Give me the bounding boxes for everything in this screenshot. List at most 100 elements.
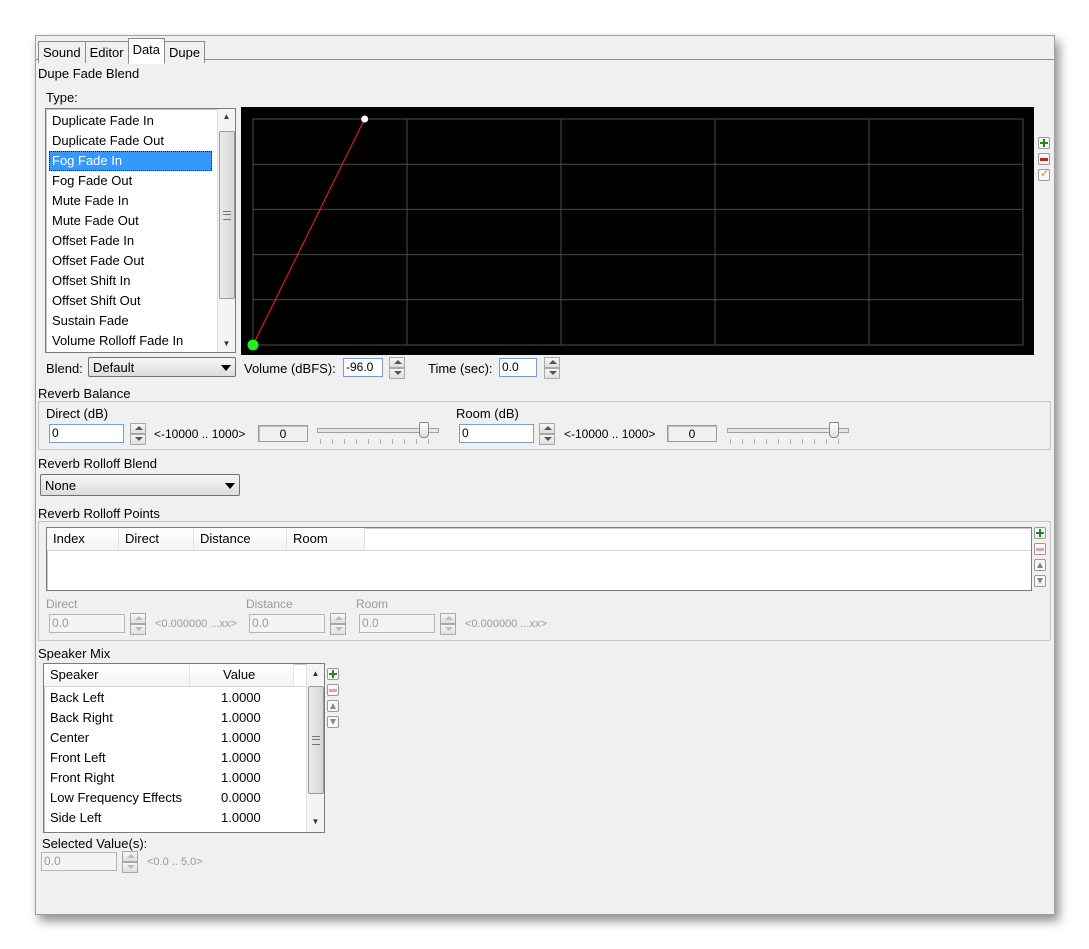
rolloff-distance-label: Distance bbox=[246, 597, 293, 611]
rolloff-direct-label: Direct bbox=[46, 597, 78, 611]
speaker-row[interactable]: Back Left 1.0000 bbox=[44, 688, 306, 708]
room-db-input[interactable]: 0 bbox=[459, 424, 534, 443]
curve-point-end[interactable] bbox=[361, 115, 369, 123]
selected-value-input[interactable]: 0.0 bbox=[41, 852, 117, 871]
type-list-item[interactable]: Fog Fade Out bbox=[49, 171, 212, 191]
speaker-row[interactable]: Side Left 1.0000 bbox=[44, 808, 306, 828]
type-list-item[interactable]: Offset Shift In bbox=[49, 271, 212, 291]
type-list-item[interactable]: Offset Fade Out bbox=[49, 251, 212, 271]
type-list-item[interactable]: Volume Rolloff Fade In bbox=[49, 331, 212, 351]
room-db-slider[interactable] bbox=[727, 422, 849, 444]
direct-slider-ticks bbox=[320, 439, 436, 444]
add-point-icon[interactable] bbox=[1038, 137, 1050, 149]
type-list-item[interactable]: Mute Fade Out bbox=[49, 211, 212, 231]
blend-value: Default bbox=[93, 360, 135, 375]
type-listbox[interactable]: Duplicate Fade In Duplicate Fade Out Fog F… bbox=[45, 108, 236, 353]
move-down-icon[interactable] bbox=[327, 716, 339, 728]
time-spinner[interactable] bbox=[544, 357, 560, 379]
room-db-spinner[interactable] bbox=[539, 423, 555, 445]
time-input[interactable]: 0.0 bbox=[499, 358, 537, 377]
rolloff-points-table[interactable]: Index Direct Distance Room bbox=[46, 527, 1032, 591]
room-db-label: Room (dB) bbox=[456, 406, 519, 421]
remove-rolloff-point-icon[interactable] bbox=[1034, 543, 1046, 555]
data-panel-window: Sound Editor Data Dupe Dupe Fade Blend T… bbox=[35, 35, 1055, 915]
direct-db-slider[interactable] bbox=[317, 422, 439, 444]
rolloff-distance-spinner[interactable] bbox=[330, 613, 346, 635]
speaker-row[interactable]: Center 1.0000 bbox=[44, 728, 306, 748]
type-list-item[interactable]: Sustain Fade bbox=[49, 311, 212, 331]
chevron-down-icon bbox=[225, 483, 235, 489]
speaker-mix-list[interactable]: Speaker Value Back Left 1.0000 Back Right 1… bbox=[43, 663, 325, 833]
rolloff-room-spinner[interactable] bbox=[440, 613, 456, 635]
direct-db-readout: 0 bbox=[258, 425, 308, 442]
rolloff-direct-input[interactable]: 0.0 bbox=[49, 614, 125, 633]
rolloff-room-input[interactable]: 0.0 bbox=[359, 614, 435, 633]
column-header-direct[interactable]: Direct bbox=[119, 528, 194, 550]
speaker-value: 1.0000 bbox=[221, 810, 261, 825]
tab-dupe[interactable]: Dupe bbox=[164, 41, 206, 63]
apply-check-icon[interactable] bbox=[1038, 167, 1050, 181]
remove-point-icon[interactable] bbox=[1038, 153, 1050, 165]
rolloff-distance-input[interactable]: 0.0 bbox=[249, 614, 325, 633]
fade-curve-graph[interactable] bbox=[241, 107, 1034, 355]
scroll-down-arrow-icon[interactable]: ▼ bbox=[307, 814, 324, 830]
rolloff-direct-spinner[interactable] bbox=[130, 613, 146, 635]
type-list-item[interactable]: Offset Fade In bbox=[49, 231, 212, 251]
column-header-value[interactable]: Value bbox=[190, 664, 294, 686]
blend-label: Blend: bbox=[46, 361, 83, 376]
add-rolloff-point-icon[interactable] bbox=[1034, 527, 1046, 539]
scroll-thumb[interactable] bbox=[219, 131, 235, 299]
tab-editor[interactable]: Editor bbox=[84, 41, 129, 63]
volume-label: Volume (dBFS): bbox=[244, 361, 336, 376]
column-header-distance[interactable]: Distance bbox=[194, 528, 287, 550]
reverb-rolloff-blend-heading: Reverb Rolloff Blend bbox=[38, 456, 157, 471]
type-list-item[interactable]: Duplicate Fade In bbox=[49, 111, 212, 131]
move-up-icon[interactable] bbox=[1034, 559, 1046, 571]
scroll-up-arrow-icon[interactable]: ▲ bbox=[218, 109, 235, 125]
rolloff-room-label: Room bbox=[356, 597, 389, 611]
direct-db-spinner[interactable] bbox=[130, 423, 146, 445]
time-label: Time (sec): bbox=[428, 361, 493, 376]
reverb-rolloff-blend-dropdown[interactable]: None bbox=[40, 474, 240, 496]
remove-speaker-icon[interactable] bbox=[327, 684, 339, 696]
blend-dropdown[interactable]: Default bbox=[88, 357, 236, 377]
speaker-value: 1.0000 bbox=[221, 750, 261, 765]
volume-spinner[interactable] bbox=[389, 357, 405, 379]
speaker-row[interactable]: Front Right 1.0000 bbox=[44, 768, 306, 788]
type-list-item[interactable]: Mute Fade In bbox=[49, 191, 212, 211]
speaker-row[interactable]: Back Right 1.0000 bbox=[44, 708, 306, 728]
column-header-index[interactable]: Index bbox=[47, 528, 119, 550]
tab-strip: Sound Editor Data Dupe bbox=[38, 38, 206, 64]
move-up-icon[interactable] bbox=[327, 700, 339, 712]
direct-slider-thumb[interactable] bbox=[419, 422, 429, 438]
type-list-item[interactable]: Offset Shift Out bbox=[49, 291, 212, 311]
column-header-room[interactable]: Room bbox=[287, 528, 365, 550]
scroll-up-arrow-icon[interactable]: ▲ bbox=[307, 666, 324, 682]
room-slider-ticks bbox=[730, 439, 846, 444]
scroll-down-arrow-icon[interactable]: ▼ bbox=[218, 336, 235, 352]
room-slider-thumb[interactable] bbox=[829, 422, 839, 438]
speaker-list-scrollbar[interactable]: ▲ ▼ bbox=[306, 664, 324, 832]
rolloff-direct-range: <0.000000 ...xx> bbox=[155, 618, 237, 630]
selected-value-spinner[interactable] bbox=[122, 851, 138, 873]
scroll-thumb[interactable] bbox=[308, 686, 324, 794]
tab-data[interactable]: Data bbox=[127, 38, 166, 64]
type-list-scrollbar[interactable]: ▲ ▼ bbox=[217, 109, 235, 352]
speaker-row[interactable]: Front Left 1.0000 bbox=[44, 748, 306, 768]
speaker-name: Front Left bbox=[50, 750, 106, 765]
add-speaker-icon[interactable] bbox=[327, 668, 339, 680]
move-down-icon[interactable] bbox=[1034, 575, 1046, 587]
speaker-value: 1.0000 bbox=[221, 690, 261, 705]
rolloff-points-header: Index Direct Distance Room bbox=[47, 528, 1031, 551]
tab-sound[interactable]: Sound bbox=[38, 41, 86, 63]
column-header-speaker[interactable]: Speaker bbox=[44, 664, 190, 686]
speaker-row[interactable]: Low Frequency Effects 0.0000 bbox=[44, 788, 306, 808]
volume-input[interactable]: -96.0 bbox=[343, 358, 383, 377]
type-list-item[interactable]: Fog Fade In bbox=[49, 151, 212, 171]
direct-db-input[interactable]: 0 bbox=[49, 424, 124, 443]
rolloff-room-range: <0.000000 ...xx> bbox=[465, 618, 547, 630]
type-list-item[interactable]: Duplicate Fade Out bbox=[49, 131, 212, 151]
speaker-value: 1.0000 bbox=[221, 770, 261, 785]
curve-point-start[interactable] bbox=[247, 339, 259, 351]
type-label: Type: bbox=[46, 90, 78, 105]
